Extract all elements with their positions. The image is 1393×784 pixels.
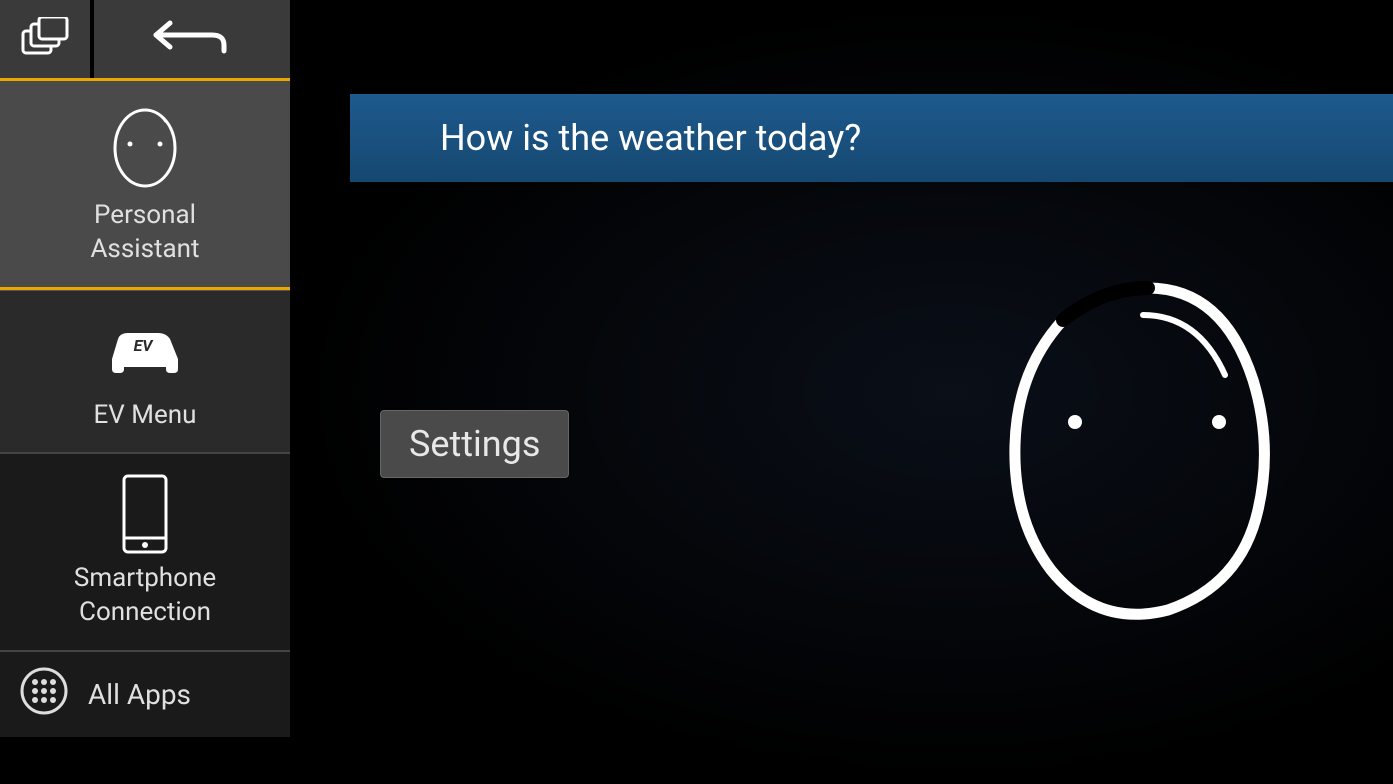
sidebar-item-all-apps[interactable]: All Apps (0, 650, 290, 737)
settings-button-label: Settings (409, 423, 540, 465)
voice-query-text: How is the weather today? (440, 117, 861, 159)
assistant-face-large-icon (1003, 605, 1283, 624)
assistant-face-icon (110, 101, 180, 191)
smartphone-icon (120, 474, 170, 554)
window-switcher-button[interactable] (0, 0, 90, 78)
settings-button[interactable]: Settings (380, 410, 569, 478)
assistant-avatar (1003, 280, 1283, 624)
sidebar-item-label: EV Menu (94, 399, 197, 433)
sidebar-item-smartphone-connection[interactable]: Smartphone Connection (0, 452, 290, 650)
sidebar-item-ev-menu[interactable]: EV EV Menu (0, 290, 290, 453)
main-content: How is the weather today? Settings (290, 0, 1393, 784)
back-arrow-icon (152, 19, 232, 59)
voice-query-bar: How is the weather today? (350, 94, 1393, 182)
sidebar-item-label: Smartphone Connection (74, 562, 216, 630)
top-button-row (0, 0, 290, 78)
sidebar-item-personal-assistant[interactable]: Personal Assistant (0, 78, 290, 290)
back-button[interactable] (94, 0, 290, 78)
apps-grid-icon (20, 667, 68, 722)
sidebar-item-label: Personal Assistant (90, 199, 199, 267)
ev-car-icon: EV (100, 311, 190, 391)
svg-text:EV: EV (134, 336, 155, 355)
sidebar: Personal Assistant EV EV Menu Smartphone… (0, 0, 290, 784)
sidebar-item-label: All Apps (88, 678, 191, 711)
windows-stack-icon (21, 17, 69, 61)
